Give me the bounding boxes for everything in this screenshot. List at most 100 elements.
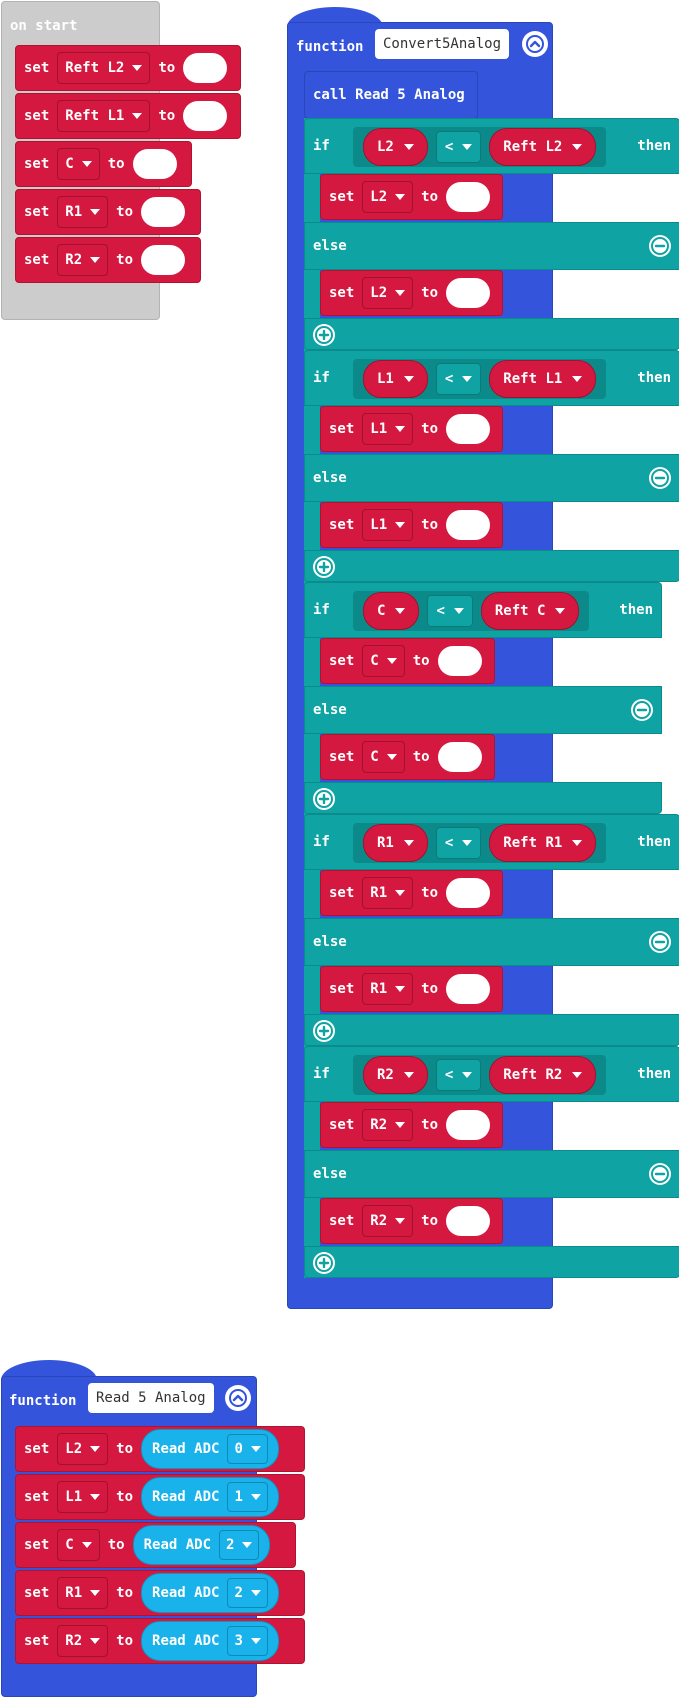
number-input[interactable]: 0: [141, 197, 186, 227]
number-input[interactable]: 0: [183, 53, 228, 83]
variable-dropdown[interactable]: C: [57, 148, 100, 180]
add-else-if-button[interactable]: [313, 1020, 335, 1042]
number-input[interactable]: 0: [446, 182, 491, 212]
add-else-if-button[interactable]: [313, 788, 335, 810]
left-operand-variable[interactable]: L2: [363, 128, 428, 166]
collapse-button[interactable]: [522, 31, 548, 57]
variable-dropdown[interactable]: R1: [362, 973, 414, 1005]
operator-dropdown[interactable]: <: [427, 595, 473, 627]
variable-dropdown[interactable]: R2: [362, 1205, 414, 1237]
operator-dropdown[interactable]: <: [435, 131, 482, 163]
set-variable-block[interactable]: set R2 to 0: [320, 1102, 503, 1148]
set-variable-block[interactable]: set R2 to 0: [15, 237, 201, 283]
right-operand-variable[interactable]: Reft R2: [489, 1056, 597, 1094]
remove-else-button[interactable]: [649, 235, 671, 257]
if-header[interactable]: if C < Reft C then: [304, 582, 662, 638]
variable-dropdown[interactable]: L1: [362, 413, 414, 445]
function-name-field[interactable]: Convert5Analog: [375, 29, 510, 59]
function-name-field[interactable]: Read 5 Analog: [88, 1383, 214, 1413]
number-input[interactable]: 1: [446, 974, 491, 1004]
right-operand-variable[interactable]: Reft L2: [489, 128, 597, 166]
collapse-button[interactable]: [225, 1385, 251, 1411]
variable-dropdown[interactable]: L2: [57, 1433, 109, 1465]
adc-channel-dropdown[interactable]: 2: [219, 1530, 260, 1560]
if-header[interactable]: if L2 < Reft L2 then: [304, 118, 679, 174]
number-input[interactable]: 1: [446, 510, 491, 540]
add-else-if-button[interactable]: [313, 324, 335, 346]
read-adc-block[interactable]: Read ADC 3: [141, 1621, 279, 1661]
variable-dropdown[interactable]: L2: [362, 181, 414, 213]
adc-channel-dropdown[interactable]: 2: [227, 1578, 268, 1608]
number-input[interactable]: 1: [446, 278, 491, 308]
variable-dropdown[interactable]: C: [362, 741, 405, 773]
set-variable-block[interactable]: set Cto Read ADC 2: [15, 1522, 296, 1568]
variable-dropdown[interactable]: R2: [57, 244, 109, 276]
read-adc-block[interactable]: Read ADC 2: [132, 1525, 271, 1565]
read-adc-block[interactable]: Read ADC 2: [141, 1573, 279, 1613]
remove-else-button[interactable]: [649, 931, 671, 953]
right-operand-variable[interactable]: Reft R1: [489, 824, 597, 862]
set-variable-block[interactable]: set Cto 1: [320, 734, 495, 780]
operator-dropdown[interactable]: <: [435, 1059, 482, 1091]
variable-dropdown[interactable]: L2: [362, 277, 414, 309]
left-operand-variable[interactable]: L1: [363, 360, 428, 398]
remove-else-button[interactable]: [649, 1163, 671, 1185]
number-input[interactable]: 0: [446, 878, 491, 908]
set-variable-block[interactable]: set R2 to Read ADC 3: [15, 1618, 305, 1664]
number-input[interactable]: 0: [141, 245, 186, 275]
comparison-condition[interactable]: R1 < Reft R1: [353, 823, 607, 863]
call-read-5-analog-block[interactable]: call Read 5 Analog: [304, 71, 478, 119]
variable-dropdown[interactable]: R2: [362, 1109, 414, 1141]
comparison-condition[interactable]: L1 < Reft L1: [353, 359, 607, 399]
if-header[interactable]: if L1 < Reft L1 then: [304, 350, 679, 406]
set-variable-block[interactable]: set R1 to 0: [320, 870, 503, 916]
comparison-condition[interactable]: R2 < Reft R2: [353, 1055, 607, 1095]
number-input[interactable]: 0: [132, 149, 177, 179]
set-variable-block[interactable]: set R1 to 1: [320, 966, 503, 1012]
set-variable-block[interactable]: set L2 to 1: [320, 270, 503, 316]
set-variable-block[interactable]: set Cto 0: [320, 638, 495, 684]
number-input[interactable]: 0: [446, 1110, 491, 1140]
read-adc-block[interactable]: Read ADC 1: [141, 1477, 279, 1517]
set-variable-block[interactable]: set L1 to 1: [320, 502, 503, 548]
add-else-if-button[interactable]: [313, 556, 335, 578]
number-input[interactable]: 0: [183, 101, 228, 131]
read-adc-block[interactable]: Read ADC 0: [141, 1429, 279, 1469]
set-variable-block[interactable]: set Cto 0: [15, 141, 192, 187]
set-variable-block[interactable]: set R1 to 0: [15, 189, 201, 235]
variable-dropdown[interactable]: C: [362, 645, 405, 677]
left-operand-variable[interactable]: R2: [363, 1056, 428, 1094]
comparison-condition[interactable]: C < Reft C: [353, 591, 590, 631]
set-variable-block[interactable]: set L2 to Read ADC 0: [15, 1426, 305, 1472]
if-header[interactable]: if R1 < Reft R1 then: [304, 814, 679, 870]
variable-dropdown[interactable]: R1: [57, 1577, 109, 1609]
number-input[interactable]: 0: [446, 414, 491, 444]
left-operand-variable[interactable]: R1: [363, 824, 428, 862]
comparison-condition[interactable]: L2 < Reft L2: [353, 127, 607, 167]
variable-dropdown[interactable]: R2: [57, 1625, 109, 1657]
if-header[interactable]: if R2 < Reft R2 then: [304, 1046, 679, 1102]
variable-dropdown[interactable]: C: [57, 1529, 100, 1561]
set-variable-block[interactable]: set L1 to 0: [320, 406, 503, 452]
operator-dropdown[interactable]: <: [435, 363, 482, 395]
variable-dropdown[interactable]: Reft L1: [57, 100, 151, 132]
variable-dropdown[interactable]: L1: [57, 1481, 109, 1513]
remove-else-button[interactable]: [649, 467, 671, 489]
number-input[interactable]: 0: [437, 646, 482, 676]
variable-dropdown[interactable]: Reft L2: [57, 52, 151, 84]
set-variable-block[interactable]: set R1 to Read ADC 2: [15, 1570, 305, 1616]
add-else-if-button[interactable]: [313, 1252, 335, 1274]
set-variable-block[interactable]: set L1 to Read ADC 1: [15, 1474, 305, 1520]
remove-else-button[interactable]: [631, 699, 653, 721]
operator-dropdown[interactable]: <: [435, 827, 482, 859]
set-variable-block[interactable]: set Reft L2 to 0: [15, 45, 241, 91]
adc-channel-dropdown[interactable]: 1: [227, 1482, 268, 1512]
adc-channel-dropdown[interactable]: 3: [227, 1626, 268, 1656]
set-variable-block[interactable]: set L2 to 0: [320, 174, 503, 220]
left-operand-variable[interactable]: C: [363, 592, 420, 630]
variable-dropdown[interactable]: R1: [362, 877, 414, 909]
number-input[interactable]: 1: [437, 742, 482, 772]
variable-dropdown[interactable]: R1: [57, 196, 109, 228]
number-input[interactable]: 1: [446, 1206, 491, 1236]
adc-channel-dropdown[interactable]: 0: [227, 1434, 268, 1464]
